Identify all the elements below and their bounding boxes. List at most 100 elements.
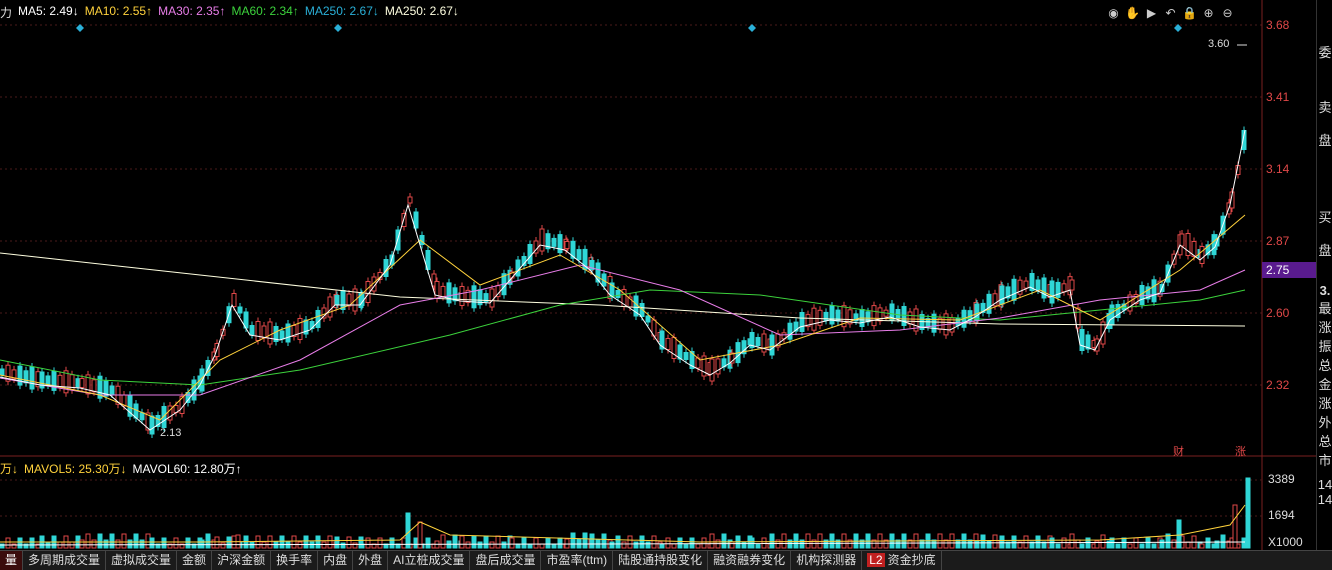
volume-bar [205,533,211,549]
tab-margin[interactable]: 融资融券变化 [708,551,792,570]
volume-bar [755,543,761,549]
tab-ai-volume[interactable]: AI立桩成交量 [388,551,471,570]
volume-bar [557,537,563,549]
price-tick: 3.68 [1266,18,1290,32]
tab-bottom-fishing[interactable]: L2 资金抄底 [862,551,942,570]
volume-bar [1069,533,1075,549]
tab-multi-period-volume[interactable]: 多周期成交量 [23,551,107,570]
quote-side-panel: 委 卖 盘 买 盘 3. 最 涨 振 总 金 涨 外 总 市 14 14 [1316,0,1332,569]
candle-body [683,352,689,360]
lock-icon[interactable]: 🔒 [1182,6,1197,21]
volume-bar [999,535,1005,549]
volume-bar [425,537,431,549]
candle-body [440,285,446,297]
chart-toolbar: ◉ ✋ ▶ ↶ 🔒 ⊕ ⊖ [1106,6,1235,21]
volume-bar [639,535,645,549]
volume-spike [1245,477,1251,549]
volume-bar [741,541,747,549]
volume-bar [1079,543,1085,549]
volume-bar [173,537,179,549]
candle-body [459,286,465,306]
volume-bar [1151,543,1157,549]
volume-bar [133,533,139,549]
volume-bar [489,541,495,549]
candle-body [23,370,29,384]
candle-body [715,358,721,375]
volume-bar [465,541,471,549]
volume-bar [471,535,477,549]
volume-bar [483,535,489,549]
tab-pe-ttm[interactable]: 市盈率(ttm) [541,551,614,570]
side-label: 14 [1317,492,1332,507]
eye-icon[interactable]: ◉ [1106,6,1121,21]
volume-bar [365,537,371,549]
volume-bar [501,541,507,549]
tab-outer[interactable]: 外盘 [353,551,389,570]
volume-bar [115,539,121,549]
tab-amount[interactable]: 金额 [177,551,213,570]
volume-bar [659,543,665,549]
candle-body [986,293,992,314]
candle-body [489,288,495,308]
zhang-mark[interactable]: 涨 [1235,443,1246,459]
tab-virtual-volume[interactable]: 虚拟成交量 [106,551,178,570]
volume-bar [185,537,191,549]
volume-bar [340,542,346,549]
candle-body [45,375,51,386]
volume-bar [570,532,576,549]
candle-body [1069,279,1075,291]
candle-body [539,228,545,252]
candle-body [1061,283,1067,293]
volume-bar [967,539,973,549]
volume-bar [1171,539,1177,549]
legend-ma250-a: MA250: 2.67↓ [304,4,379,18]
play-icon[interactable]: ▶ [1144,6,1159,21]
candle-body [327,296,333,318]
volume-bar [769,533,775,549]
volume-bar [1133,537,1139,549]
volume-bar [315,535,321,549]
tab-institution-detector[interactable]: 机构探测器 [791,551,863,570]
volume-bar [1011,535,1017,549]
legend-ma10: MA10: 2.55↑ [84,4,153,18]
candle-body [231,293,237,307]
volume-bar [214,536,220,549]
volume-bar [621,541,627,549]
hand-icon[interactable]: ✋ [1125,6,1140,21]
candle-body [799,312,805,332]
zoom-out-icon[interactable]: ⊖ [1220,6,1235,21]
tab-volume[interactable]: 量 [0,551,24,570]
cai-mark[interactable]: 财 [1173,443,1184,459]
side-label: 外 [1318,415,1332,430]
volume-bar [161,537,167,549]
side-label: 卖 [1318,100,1332,115]
candle-body [1011,278,1017,301]
tab-after-hours-volume[interactable]: 盘后成交量 [470,551,542,570]
volume-bar [1127,543,1133,549]
volume-bar [609,541,615,549]
volume-bar [267,535,273,549]
volume-bar [477,541,483,549]
candle-body [515,259,521,277]
volume-bar [495,535,501,549]
candle-body [1109,304,1115,326]
tab-sh-sz-amount[interactable]: 沪深金额 [212,551,272,570]
candle-body [1049,280,1055,304]
undo-icon[interactable]: ↶ [1163,6,1178,21]
zoom-in-icon[interactable]: ⊕ [1201,6,1216,21]
tab-hk-connect[interactable]: 陆股通持股变化 [613,551,709,570]
volume-bar [793,533,799,549]
price-tick: 2.87 [1266,234,1290,248]
kline-chart[interactable] [0,0,1332,569]
candle-body [1199,246,1205,264]
volume-bar [729,541,735,549]
volume-bar [346,536,352,549]
tab-inner[interactable]: 内盘 [318,551,354,570]
tab-turnover[interactable]: 换手率 [271,551,319,570]
volume-bar [677,537,683,549]
side-label: 总 [1318,358,1332,373]
volume-bar [91,539,97,549]
volume-bar [199,539,205,549]
volume-bar [321,541,327,549]
candle-body [139,412,145,421]
